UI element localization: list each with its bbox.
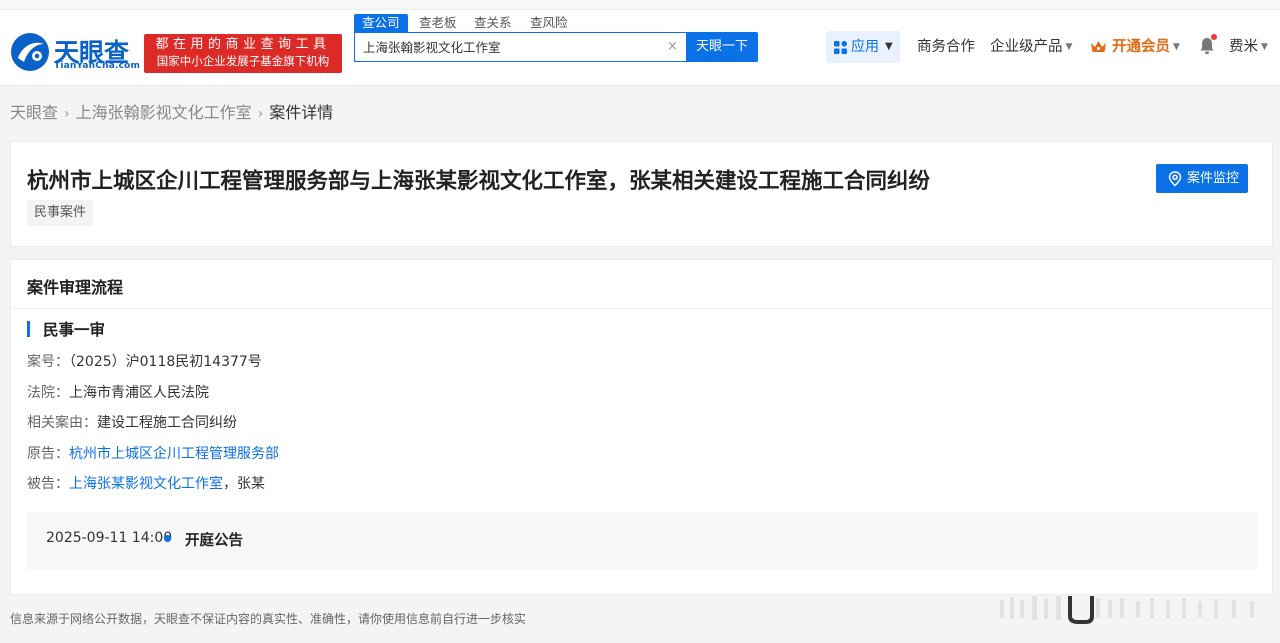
- disclaimer-note: 信息来源于网络公开数据，天眼查不保证内容的真实性、准确性，请你使用信息前自行进一…: [10, 612, 527, 626]
- nav-open-vip[interactable]: 开通会员 ▼: [1112, 36, 1180, 60]
- case-monitor-label: 案件监控: [1187, 171, 1240, 186]
- tab-search-risk[interactable]: 查风险: [530, 14, 568, 32]
- case-monitor-button[interactable]: 案件监控: [1156, 164, 1248, 193]
- site-logo[interactable]: 天眼查 TianYanCha.com: [10, 32, 140, 74]
- defendant-row: 被告：上海张某影视文化工作室，张某: [27, 474, 265, 494]
- corner-watermark: [1000, 596, 1254, 624]
- search-input[interactable]: [363, 33, 663, 60]
- chevron-down-icon: ▼: [1261, 42, 1268, 52]
- grid-icon: [834, 41, 847, 54]
- chevron-down-icon: ▼: [1065, 42, 1073, 52]
- breadcrumb-separator-icon: ›: [64, 106, 70, 122]
- cause-value: 建设工程施工合同纠纷: [97, 415, 237, 431]
- section-header: 案件审理流程: [11, 260, 1272, 309]
- nav-user-menu[interactable]: 费米 ▼: [1229, 36, 1268, 60]
- nav-business-label: 商务合作: [917, 39, 975, 55]
- court-label: 法院：: [27, 385, 69, 401]
- banner-line-2: 国家中小企业发展子基金旗下机构: [156, 54, 330, 68]
- defendant-person: 张某: [237, 476, 265, 492]
- court-value: 上海市青浦区人民法院: [69, 385, 209, 401]
- tab-search-boss[interactable]: 查老板: [419, 14, 457, 32]
- nav-enterprise-products[interactable]: 企业级产品 ▼: [990, 36, 1072, 60]
- notification-dot: [1211, 34, 1217, 40]
- nav-business[interactable]: 商务合作: [917, 36, 975, 58]
- breadcrumb-current: 案件详情: [269, 103, 334, 122]
- search-button[interactable]: 天眼一下: [686, 32, 758, 62]
- nav-vip-label: 开通会员: [1112, 39, 1170, 55]
- plaintiff-label: 原告：: [27, 446, 69, 462]
- case-title: 杭州市上城区企川工程管理服务部与上海张某影视文化工作室，张某相关建设工程施工合同…: [27, 169, 931, 194]
- user-name: 费米: [1229, 39, 1258, 55]
- tab-search-company[interactable]: 查公司: [354, 14, 408, 32]
- banner-line-1: 都在用的商业查询工具: [155, 37, 331, 52]
- timeline-item: 2025-09-11 14:00 开庭公告: [27, 512, 1257, 570]
- timeline-date: 2025-09-11 14:00: [46, 530, 173, 546]
- timeline-dot: [164, 535, 171, 542]
- cause-row: 相关案由：建设工程施工合同纠纷: [27, 413, 237, 433]
- logo-domain: TianYanCha.com: [54, 61, 141, 71]
- breadcrumb: 天眼查 › 上海张翰影视文化工作室 › 案件详情: [10, 102, 333, 125]
- tab-search-relation[interactable]: 查关系: [474, 14, 512, 32]
- nav-app-menu[interactable]: 应用 ▼: [826, 31, 900, 63]
- location-pin-icon: [1168, 171, 1182, 187]
- case-number-row: 案号：（2025）沪0118民初14377号: [27, 352, 262, 372]
- case-number-label: 案号：: [27, 354, 69, 370]
- case-type-tag: 民事案件: [27, 200, 94, 226]
- plaintiff-link[interactable]: 杭州市上城区企川工程管理服务部: [69, 446, 279, 462]
- promo-banner[interactable]: 都在用的商业查询工具 国家中小企业发展子基金旗下机构: [144, 34, 342, 73]
- case-process-card: 案件审理流程 民事一审 案号：（2025）沪0118民初14377号 法院：上海…: [10, 259, 1273, 595]
- nav-app-label: 应用: [851, 39, 879, 55]
- tianyancha-logo-icon: [11, 33, 49, 71]
- breadcrumb-home[interactable]: 天眼查: [10, 103, 58, 122]
- browser-top-strip: [0, 0, 1280, 10]
- clear-icon[interactable]: ×: [667, 39, 678, 54]
- stage-accent-bar: [27, 321, 30, 337]
- case-number-value: （2025）沪0118民初14377号: [69, 354, 262, 370]
- chevron-down-icon: ▼: [885, 41, 893, 52]
- breadcrumb-separator-icon: ›: [257, 106, 264, 122]
- plaintiff-row: 原告：杭州市上城区企川工程管理服务部: [27, 444, 279, 464]
- breadcrumb-company[interactable]: 上海张翰影视文化工作室: [76, 103, 252, 122]
- chevron-down-icon: ▼: [1173, 42, 1180, 52]
- crown-icon: [1091, 41, 1106, 52]
- section-title: 案件审理流程: [27, 278, 124, 297]
- court-row: 法院：上海市青浦区人民法院: [27, 383, 209, 403]
- case-title-card: 杭州市上城区企川工程管理服务部与上海张某影视文化工作室，张某相关建设工程施工合同…: [10, 141, 1273, 247]
- defendant-separator: ，: [223, 476, 237, 492]
- timeline-event[interactable]: 开庭公告: [185, 529, 243, 550]
- stage-title: 民事一审: [43, 321, 106, 339]
- nav-enterprise-label: 企业级产品: [990, 39, 1063, 55]
- cause-label: 相关案由：: [27, 415, 97, 431]
- defendant-label: 被告：: [27, 476, 69, 492]
- search-box: ×: [354, 32, 686, 62]
- defendant-company-link[interactable]: 上海张某影视文化工作室: [69, 476, 223, 492]
